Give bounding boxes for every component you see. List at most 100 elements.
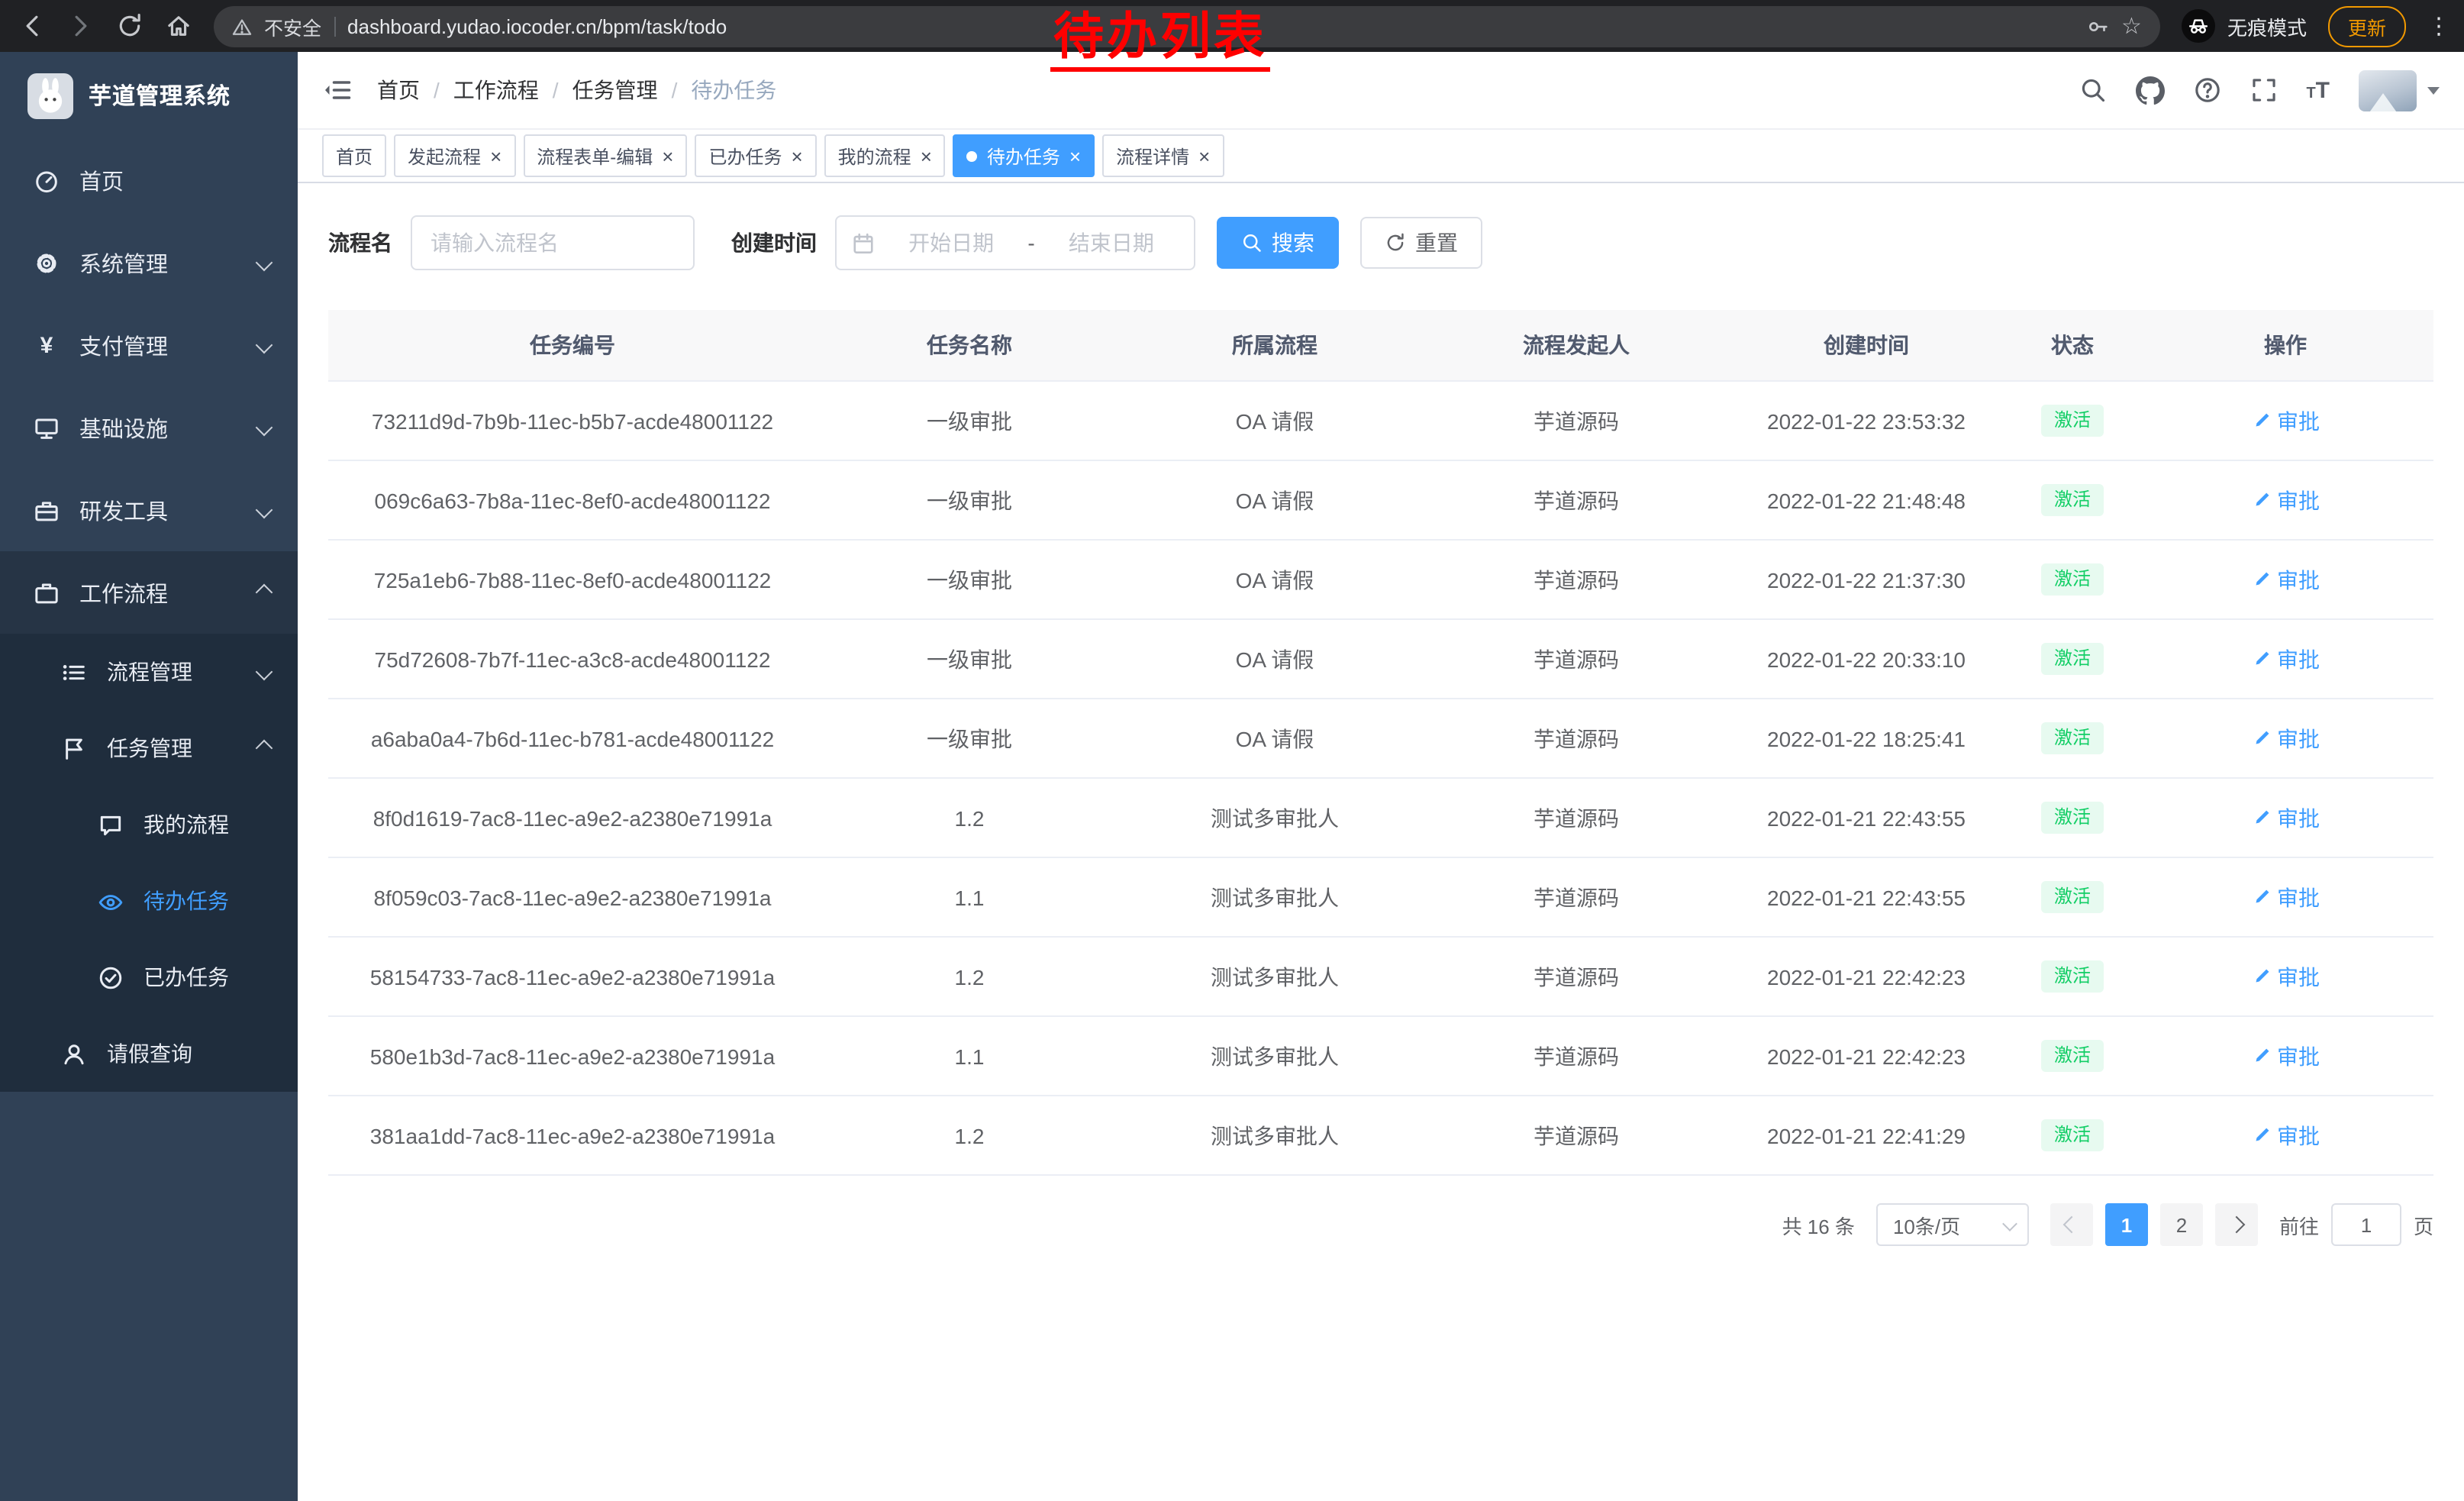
approve-link[interactable]: 审批	[2251, 644, 2320, 674]
cell-created: 2022-01-21 22:43:55	[1725, 778, 2008, 857]
breadcrumb-current: 待办任务	[691, 75, 776, 105]
app-logo[interactable]: 芋道管理系统	[0, 52, 298, 139]
cell-task-name: 一级审批	[817, 381, 1122, 460]
close-tab-icon[interactable]: ×	[490, 146, 502, 166]
approve-link[interactable]: 审批	[2251, 485, 2320, 515]
yen-icon: ¥	[34, 334, 60, 357]
refresh-icon[interactable]	[116, 12, 144, 40]
close-tab-icon[interactable]: ×	[662, 146, 673, 166]
forward-icon[interactable]	[67, 12, 95, 40]
refresh-icon	[1385, 232, 1406, 253]
user-menu[interactable]	[2359, 69, 2440, 111]
page-button-1[interactable]: 1	[2105, 1203, 2148, 1246]
sidebar-item-dev-tools[interactable]: 研发工具	[0, 469, 298, 551]
sidebar-item-leave-query[interactable]: 请假查询	[0, 1015, 298, 1092]
approve-link[interactable]: 审批	[2251, 882, 2320, 912]
avatar[interactable]	[2359, 69, 2417, 111]
goto-page-input[interactable]	[2331, 1203, 2401, 1246]
cell-status: 激活	[2008, 857, 2137, 937]
cell-task-id: 725a1eb6-7b88-11ec-8ef0-acde48001122	[328, 540, 817, 619]
table-row: 580e1b3d-7ac8-11ec-a9e2-a2380e71991a 1.1…	[328, 1016, 2433, 1096]
eye-icon	[98, 888, 124, 914]
close-tab-icon[interactable]: ×	[921, 146, 932, 166]
breadcrumb-home[interactable]: 首页	[377, 75, 420, 105]
sidebar-item-my-processes[interactable]: 我的流程	[0, 786, 298, 863]
sidebar-item-system-mgmt[interactable]: 系统管理	[0, 221, 298, 304]
cell-created: 2022-01-22 18:25:41	[1725, 699, 2008, 778]
app-shell: 芋道管理系统 首页 系统管理 ¥ 支付管理	[0, 52, 2464, 1501]
cell-initiator: 芋道源码	[1427, 937, 1725, 1016]
status-badge: 激活	[2042, 644, 2103, 675]
sidebar-item-payment-mgmt[interactable]: ¥ 支付管理	[0, 304, 298, 386]
approve-link[interactable]: 审批	[2251, 405, 2320, 436]
sidebar-item-workflow[interactable]: 工作流程	[0, 551, 298, 634]
fullscreen-icon[interactable]	[2250, 76, 2277, 104]
tab-todo-tasks[interactable]: 待办任务×	[953, 134, 1095, 177]
close-tab-icon[interactable]: ×	[1069, 146, 1081, 166]
star-icon[interactable]: ☆	[2121, 15, 2142, 37]
search-icon[interactable]	[2079, 76, 2106, 104]
prev-page-button[interactable]	[2050, 1203, 2093, 1246]
home-icon[interactable]	[165, 12, 192, 40]
table-row: 725a1eb6-7b88-11ec-8ef0-acde48001122 一级审…	[328, 540, 2433, 619]
search-button[interactable]: 搜索	[1217, 217, 1339, 269]
create-time-label: 创建时间	[731, 228, 817, 258]
page-button-2[interactable]: 2	[2160, 1203, 2203, 1246]
approve-link[interactable]: 审批	[2251, 1041, 2320, 1071]
incognito-icon	[2182, 9, 2215, 43]
github-icon[interactable]	[2135, 76, 2164, 105]
close-tab-icon[interactable]: ×	[1198, 146, 1210, 166]
sidebar-item-todo-tasks[interactable]: 待办任务	[0, 863, 298, 939]
tab-start-process[interactable]: 发起流程×	[394, 134, 515, 177]
approve-link[interactable]: 审批	[2251, 564, 2320, 595]
page-content: 流程名 创建时间 开始日期 - 结束日期 搜索 重	[298, 183, 2464, 1246]
filter-bar: 流程名 创建时间 开始日期 - 结束日期 搜索 重	[328, 215, 2433, 270]
back-icon[interactable]	[18, 12, 46, 40]
chevron-up-icon	[256, 740, 273, 757]
page-size-select[interactable]: 10条/页	[1876, 1203, 2029, 1246]
chevron-left-icon	[2063, 1216, 2081, 1234]
tab-my-processes[interactable]: 我的流程×	[824, 134, 946, 177]
status-badge: 激活	[2042, 1120, 2103, 1151]
approve-link[interactable]: 审批	[2251, 1120, 2320, 1151]
sidebar-item-process-mgmt[interactable]: 流程管理	[0, 634, 298, 710]
sidebar-item-done-tasks[interactable]: 已办任务	[0, 939, 298, 1015]
sidebar-item-task-mgmt[interactable]: 任务管理	[0, 710, 298, 786]
table-row: 8f0d1619-7ac8-11ec-a9e2-a2380e71991a 1.2…	[328, 778, 2433, 857]
sidebar-item-home[interactable]: 首页	[0, 139, 298, 221]
font-size-icon[interactable]: TT	[2306, 79, 2330, 102]
date-range-picker[interactable]: 开始日期 - 结束日期	[835, 215, 1195, 270]
main-area: 首页 / 工作流程 / 任务管理 / 待办任务 TT	[298, 52, 2464, 1501]
cell-task-id: 381aa1dd-7ac8-11ec-a9e2-a2380e71991a	[328, 1096, 817, 1175]
hamburger-icon[interactable]	[322, 75, 353, 105]
close-tab-icon[interactable]: ×	[791, 146, 802, 166]
cell-process: OA 请假	[1122, 699, 1427, 778]
tab-process-detail[interactable]: 流程详情×	[1102, 134, 1224, 177]
calendar-icon	[852, 231, 875, 254]
update-button[interactable]: 更新	[2328, 5, 2406, 47]
sidebar-item-infrastructure[interactable]: 基础设施	[0, 386, 298, 469]
table-row: 75d72608-7b7f-11ec-a3c8-acde48001122 一级审…	[328, 619, 2433, 699]
cell-task-id: 8f059c03-7ac8-11ec-a9e2-a2380e71991a	[328, 857, 817, 937]
tab-home[interactable]: 首页	[322, 134, 386, 177]
tab-done-tasks[interactable]: 已办任务×	[695, 134, 816, 177]
next-page-button[interactable]	[2215, 1203, 2258, 1246]
reset-button[interactable]: 重置	[1360, 217, 1482, 269]
tags-view: 首页 发起流程× 流程表单-编辑× 已办任务× 我的流程× 待办任务× 流程详情…	[298, 130, 2464, 183]
cell-process: 测试多审批人	[1122, 778, 1427, 857]
key-icon[interactable]	[2086, 15, 2109, 37]
cell-created: 2022-01-21 22:42:23	[1725, 1016, 2008, 1096]
cell-task-name: 1.1	[817, 857, 1122, 937]
approve-link[interactable]: 审批	[2251, 802, 2320, 833]
approve-link[interactable]: 审批	[2251, 961, 2320, 992]
toolbox-icon	[34, 497, 60, 523]
breadcrumb-workflow[interactable]: 工作流程	[453, 75, 539, 105]
approve-link[interactable]: 审批	[2251, 723, 2320, 754]
cell-created: 2022-01-21 22:41:29	[1725, 1096, 2008, 1175]
kebab-menu-icon[interactable]: ⋮	[2427, 12, 2446, 40]
tab-form-edit[interactable]: 流程表单-编辑×	[523, 134, 687, 177]
cell-action: 审批	[2137, 778, 2433, 857]
help-icon[interactable]	[2193, 76, 2221, 104]
breadcrumb-task-mgmt[interactable]: 任务管理	[572, 75, 658, 105]
process-name-input[interactable]	[411, 215, 695, 270]
